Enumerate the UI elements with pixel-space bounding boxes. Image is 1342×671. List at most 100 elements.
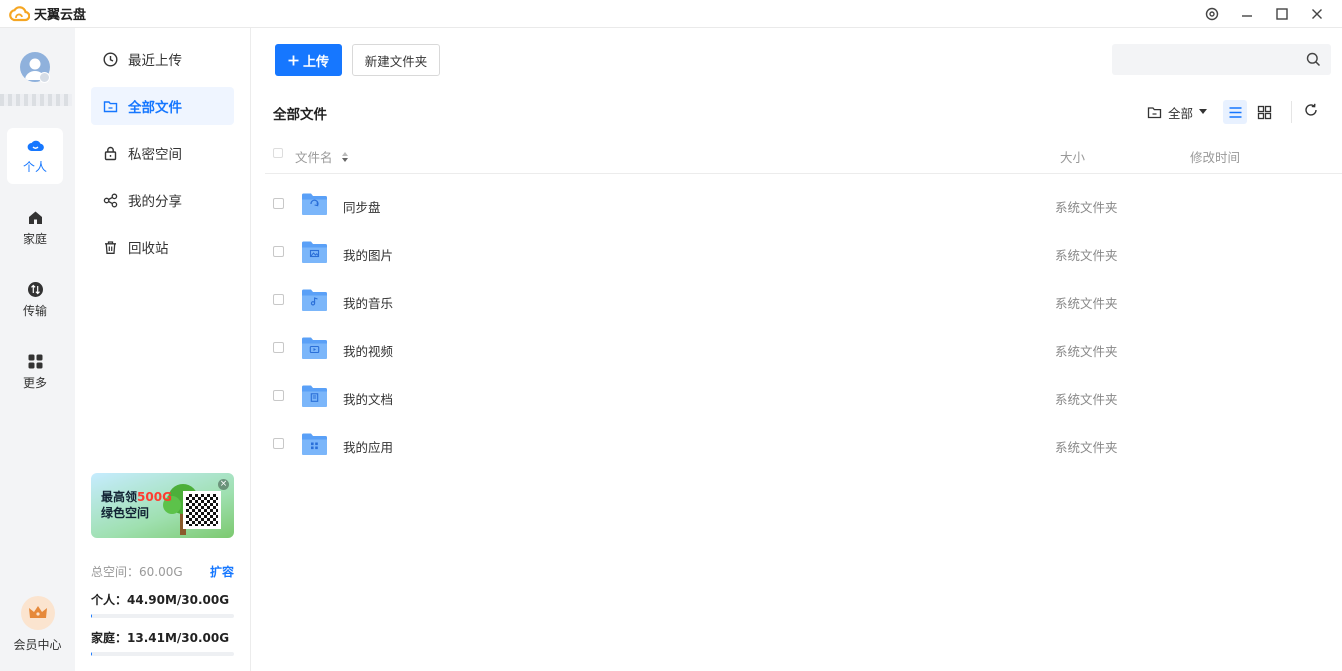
sync-folder-icon bbox=[302, 193, 327, 215]
file-type: 系统文件夹 bbox=[1055, 248, 1118, 263]
total-space: 总空间：60.00G bbox=[91, 565, 183, 579]
vip-center[interactable]: 会员中心 bbox=[10, 596, 65, 653]
family-quota-fill bbox=[91, 652, 92, 656]
row-checkbox[interactable] bbox=[273, 438, 284, 449]
file-row[interactable]: 我的文档 系统文件夹 bbox=[265, 370, 1342, 418]
main-content: 上传 新建文件夹 全部文件 全部 文件名 大小 修改时间 同步盘 系统文件夹 我… bbox=[251, 28, 1342, 671]
minimize-button[interactable] bbox=[1229, 0, 1264, 28]
personal-quota-label: 个人：44.90M/30.00G bbox=[91, 593, 230, 607]
row-checkbox[interactable] bbox=[273, 246, 284, 257]
select-all-checkbox[interactable] bbox=[273, 148, 283, 158]
file-filter-dropdown[interactable]: 全部 bbox=[1147, 103, 1208, 122]
file-row[interactable]: 我的应用 系统文件夹 bbox=[265, 418, 1342, 466]
column-header-size[interactable]: 大小 bbox=[1060, 147, 1085, 166]
caret-down-icon bbox=[1199, 109, 1208, 114]
rail-item-family[interactable]: 家庭 bbox=[7, 200, 63, 256]
cloud-logo-icon bbox=[9, 5, 30, 21]
file-type: 系统文件夹 bbox=[1055, 392, 1118, 407]
file-filter-label: 全部 bbox=[1168, 105, 1194, 121]
home-icon bbox=[28, 211, 42, 224]
app-logo: 天翼云盘 bbox=[8, 4, 86, 23]
rail-item-label: 传输 bbox=[22, 304, 47, 318]
rail-item-transfer[interactable]: 传输 bbox=[7, 272, 63, 328]
username-blurred bbox=[0, 94, 72, 106]
list-view-button[interactable] bbox=[1223, 100, 1248, 124]
nav-item-label: 全部文件 bbox=[128, 100, 182, 116]
plus-icon bbox=[288, 55, 299, 65]
promo-subtitle: 绿色空间 bbox=[101, 506, 150, 520]
settings-button[interactable] bbox=[1194, 0, 1229, 28]
transfer-icon bbox=[27, 282, 43, 297]
file-row[interactable]: 我的图片 系统文件夹 bbox=[265, 226, 1342, 274]
file-type: 系统文件夹 bbox=[1055, 296, 1118, 311]
family-quota: 家庭：13.41M/30.00G bbox=[91, 629, 234, 656]
file-name[interactable]: 我的文档 bbox=[343, 389, 393, 408]
file-type: 系统文件夹 bbox=[1055, 440, 1118, 455]
personal-quota-fill bbox=[91, 614, 92, 618]
expand-space-link[interactable]: 扩容 bbox=[210, 563, 234, 580]
file-name[interactable]: 我的应用 bbox=[343, 437, 393, 456]
nav-item-recent-uploads[interactable]: 最近上传 bbox=[91, 40, 234, 78]
search-icon[interactable] bbox=[1306, 52, 1321, 67]
minimize-icon bbox=[1241, 15, 1252, 17]
lock-icon bbox=[104, 146, 117, 160]
nav-item-label: 最近上传 bbox=[128, 53, 182, 69]
rail-item-personal[interactable]: 个人 bbox=[7, 128, 63, 184]
search-box bbox=[1112, 44, 1331, 75]
nav-item-all-files[interactable]: 全部文件 bbox=[91, 87, 234, 125]
file-name[interactable]: 我的视频 bbox=[343, 341, 393, 360]
file-table-header: 文件名 大小 修改时间 bbox=[265, 138, 1342, 174]
row-checkbox[interactable] bbox=[273, 390, 284, 401]
crown-icon bbox=[28, 606, 47, 618]
search-input[interactable] bbox=[1112, 44, 1292, 75]
nav-item-my-shares[interactable]: 我的分享 bbox=[91, 181, 234, 219]
rail-item-more[interactable]: 更多 bbox=[7, 344, 63, 400]
upload-button[interactable]: 上传 bbox=[275, 44, 342, 76]
document-folder-icon bbox=[302, 385, 327, 407]
family-quota-bar bbox=[91, 652, 234, 656]
grid-view-button[interactable] bbox=[1252, 100, 1276, 124]
close-button[interactable] bbox=[1299, 0, 1334, 28]
folder-icon bbox=[103, 100, 118, 112]
rail-item-label: 家庭 bbox=[22, 232, 47, 246]
sort-icon bbox=[341, 151, 348, 162]
maximize-button[interactable] bbox=[1264, 0, 1299, 28]
personal-quota: 个人：44.90M/30.00G bbox=[91, 591, 234, 618]
nav-item-recycle-bin[interactable]: 回收站 bbox=[91, 228, 234, 266]
promo-title: 最高领500G bbox=[101, 490, 172, 504]
file-row[interactable]: 我的音乐 系统文件夹 bbox=[265, 274, 1342, 322]
promo-banner[interactable]: 最高领500G 绿色空间 × bbox=[91, 473, 234, 538]
file-name[interactable]: 我的图片 bbox=[343, 245, 393, 264]
refresh-button[interactable] bbox=[1304, 103, 1318, 121]
nav-item-label: 回收站 bbox=[128, 241, 169, 257]
folder-filter-icon bbox=[1147, 106, 1162, 118]
row-checkbox[interactable] bbox=[273, 294, 284, 305]
row-checkbox[interactable] bbox=[273, 342, 284, 353]
cloud-icon bbox=[27, 140, 44, 152]
row-checkbox[interactable] bbox=[273, 198, 284, 209]
upload-button-label: 上传 bbox=[302, 54, 329, 70]
promo-close-button[interactable]: × bbox=[218, 479, 229, 490]
space-summary: 总空间：60.00G 扩容 bbox=[91, 563, 234, 580]
file-row[interactable]: 同步盘 系统文件夹 bbox=[265, 178, 1342, 226]
file-name[interactable]: 同步盘 bbox=[343, 197, 381, 216]
nav-item-label: 私密空间 bbox=[128, 147, 182, 163]
file-row[interactable]: 我的视频 系统文件夹 bbox=[265, 322, 1342, 370]
rail-item-label: 更多 bbox=[22, 376, 47, 390]
column-header-modified[interactable]: 修改时间 bbox=[1190, 147, 1240, 166]
file-type: 系统文件夹 bbox=[1055, 344, 1118, 359]
file-name[interactable]: 我的音乐 bbox=[343, 293, 393, 312]
new-folder-button[interactable]: 新建文件夹 bbox=[352, 44, 440, 76]
file-type: 系统文件夹 bbox=[1055, 200, 1118, 215]
video-folder-icon bbox=[302, 337, 327, 359]
vip-crown-badge bbox=[20, 596, 55, 630]
rail-item-label: 个人 bbox=[22, 160, 47, 174]
page-title: 全部文件 bbox=[273, 107, 327, 123]
grid-icon bbox=[28, 354, 42, 369]
list-view-icon bbox=[1229, 106, 1242, 118]
close-icon bbox=[1311, 9, 1322, 19]
grid-view-icon bbox=[1257, 105, 1271, 119]
nav-item-private-space[interactable]: 私密空间 bbox=[91, 134, 234, 172]
column-header-name[interactable]: 文件名 bbox=[295, 147, 349, 166]
settings-icon bbox=[1205, 7, 1218, 21]
